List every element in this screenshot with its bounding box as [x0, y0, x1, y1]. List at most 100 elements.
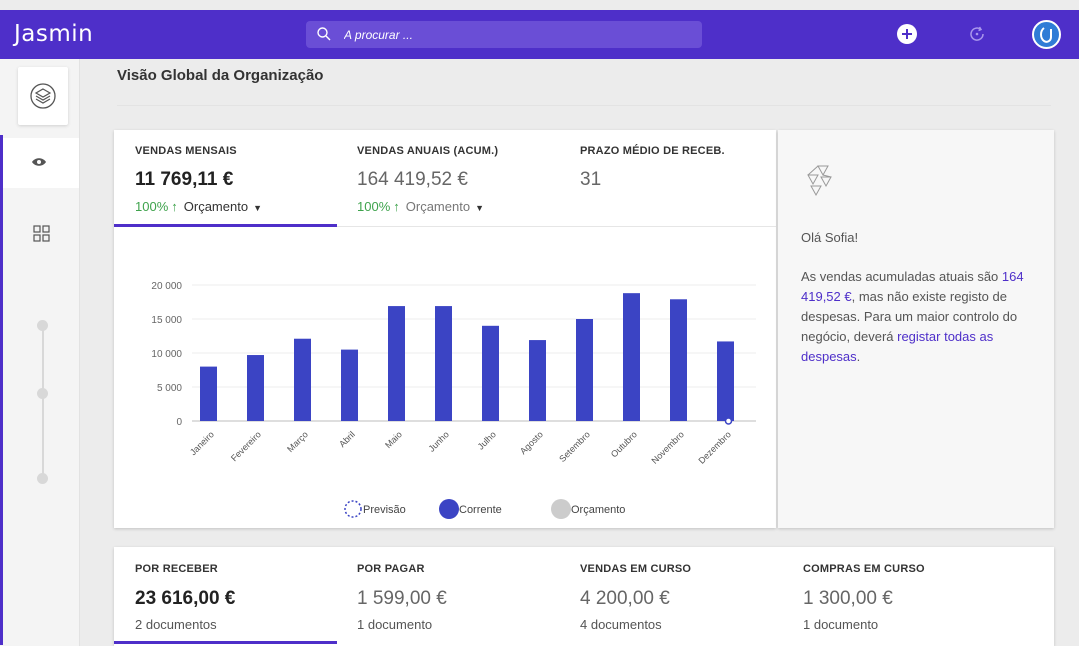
- legend-label: Previsão: [363, 504, 406, 516]
- arrow-up-icon: ↑: [393, 199, 400, 214]
- kpi-percent: 100%: [357, 199, 391, 214]
- chart-bar: [576, 319, 593, 421]
- kpi-budget-row: 100% ↑ Orçamento ▼: [357, 199, 498, 214]
- chart-bar: [294, 338, 311, 421]
- y-tick-label: 0: [176, 417, 182, 428]
- y-tick-label: 10 000: [151, 349, 182, 360]
- chart-bar: [482, 325, 499, 421]
- x-tick-label: Julho: [476, 429, 498, 451]
- kpi-purchases-in-progress[interactable]: COMPRAS EM CURSO 1 300,00 € 1 documento: [803, 563, 925, 632]
- budget-dropdown[interactable]: Orçamento: [406, 199, 470, 214]
- kpi-label: VENDAS MENSAIS: [135, 145, 237, 157]
- refresh-icon[interactable]: [966, 23, 988, 45]
- kpi-value: 1 300,00 €: [803, 588, 893, 609]
- y-tick-label: 5 000: [157, 383, 182, 394]
- kpi-percent: 100%: [135, 199, 169, 214]
- kpi-doc-count: 1 documento: [803, 617, 879, 632]
- kpi-label: VENDAS ANUAIS (ACUM.): [357, 145, 499, 157]
- arrow-up-icon: ↑: [171, 199, 178, 214]
- kpi-payable[interactable]: POR PAGAR 1 599,00 € 1 documento: [357, 563, 447, 632]
- plus-icon[interactable]: [896, 23, 918, 45]
- legend-label: Orçamento: [571, 504, 625, 516]
- kpi-doc-count: 4 documentos: [580, 617, 662, 632]
- x-tick-label: Abril: [337, 429, 357, 449]
- x-tick-label: Setembro: [557, 429, 592, 464]
- x-tick-label: Janeiro: [188, 429, 216, 457]
- budget-dropdown[interactable]: Orçamento: [184, 199, 248, 214]
- sales-chart: 20 000 15 000 10 000 5 000 0 Janeiro Fevereiro…: [151, 281, 756, 519]
- legend-swatch-corrente: [439, 499, 459, 519]
- y-tick-label: 20 000: [151, 281, 182, 292]
- kpi-value: 31: [580, 169, 602, 190]
- kpi-receivable[interactable]: POR RECEBER 23 616,00 € 2 documentos: [135, 563, 235, 632]
- kpi-label: PRAZO MÉDIO DE RECEB.: [580, 145, 725, 157]
- top-bar: Jasmin: [0, 10, 1079, 59]
- kpi-label: VENDAS EM CURSO: [580, 563, 692, 575]
- active-kpi-indicator: [114, 224, 337, 227]
- chart-bar: [341, 349, 358, 421]
- greeting-text: Olá Sofia!: [801, 230, 859, 245]
- jasmin-logo-icon: [807, 165, 832, 197]
- legend-swatch-previsao: [344, 500, 362, 518]
- app-logo[interactable]: Jasmin: [14, 21, 93, 47]
- kpi-avg-receipt-term[interactable]: PRAZO MÉDIO DE RECEB. 31: [580, 145, 725, 191]
- kpi-doc-count: 2 documentos: [135, 617, 217, 632]
- kpi-label: COMPRAS EM CURSO: [803, 563, 925, 575]
- kpi-value: 164 419,52 €: [357, 169, 468, 190]
- sidebar-accent: [0, 135, 3, 645]
- chart-bar: [717, 341, 734, 421]
- kpi-doc-count: 1 documento: [357, 617, 433, 632]
- kpi-budget-row: 100% ↑ Orçamento ▼: [135, 199, 262, 214]
- kpi-value: 4 200,00 €: [580, 588, 670, 609]
- kpi-label: POR RECEBER: [135, 563, 218, 575]
- search-icon: [317, 27, 331, 41]
- sales-card: VENDAS MENSAIS 11 769,11 € 100% ↑ Orçament…: [114, 130, 776, 528]
- divider: [117, 105, 1051, 106]
- slider-dot[interactable]: [37, 388, 48, 399]
- sidebar-slider-track[interactable]: [42, 325, 44, 479]
- insight-text-part: As vendas acumuladas atuais são: [801, 269, 1002, 284]
- page-title: Visão Global da Organização: [117, 67, 324, 84]
- chart-bar: [623, 293, 640, 421]
- search-input[interactable]: [344, 25, 684, 44]
- sidebar: [0, 59, 80, 646]
- chart-bar: [529, 340, 546, 421]
- x-tick-label: Fevereiro: [229, 429, 263, 463]
- insight-text-part: .: [856, 349, 861, 364]
- caret-down-icon[interactable]: ▼: [253, 203, 262, 213]
- chart-bar: [200, 366, 217, 421]
- x-tick-label: Maio: [383, 429, 404, 450]
- chart-bar: [435, 306, 452, 421]
- layers-button[interactable]: [18, 67, 68, 125]
- kpi-sales-in-progress[interactable]: VENDAS EM CURSO 4 200,00 € 4 documentos: [580, 563, 691, 632]
- kpi-value: 23 616,00 €: [135, 588, 236, 609]
- legend-swatch-orcamento: [551, 499, 571, 519]
- x-tick-label: Novembro: [649, 429, 685, 465]
- slider-dot[interactable]: [37, 320, 48, 331]
- legend-label: Corrente: [459, 504, 502, 516]
- insight-card: Olá Sofia! As vendas acumuladas atuais s…: [778, 130, 1054, 528]
- x-tick-label: Dezembro: [696, 429, 732, 465]
- y-tick-label: 15 000: [151, 315, 182, 326]
- grid-icon[interactable]: [33, 225, 50, 242]
- kpi-annual-sales[interactable]: VENDAS ANUAIS (ACUM.) 164 419,52 € 100% ↑…: [357, 145, 498, 214]
- x-tick-label: Junho: [426, 429, 450, 453]
- x-tick-label: Outubro: [609, 429, 639, 459]
- search-box[interactable]: [306, 21, 702, 48]
- avatar-icon: [1040, 27, 1052, 43]
- chart-bar: [388, 306, 405, 421]
- x-tick-label: Março: [285, 429, 310, 454]
- active-kpi-indicator: [114, 641, 337, 644]
- layers-icon: [30, 83, 56, 109]
- avatar[interactable]: [1032, 20, 1061, 49]
- kpi-value: 11 769,11 €: [135, 169, 234, 190]
- documents-card: POR RECEBER 23 616,00 € 2 documentos POR…: [114, 547, 1054, 646]
- forecast-point: [724, 417, 733, 425]
- slider-dot[interactable]: [37, 473, 48, 484]
- kpi-label: POR PAGAR: [357, 563, 425, 575]
- sidebar-item-overview[interactable]: [3, 138, 79, 188]
- chart-bar: [670, 299, 687, 421]
- kpi-monthly-sales[interactable]: VENDAS MENSAIS 11 769,11 € 100% ↑ Orçament…: [135, 145, 262, 214]
- x-tick-label: Agosto: [518, 429, 545, 456]
- caret-down-icon[interactable]: ▼: [475, 203, 484, 213]
